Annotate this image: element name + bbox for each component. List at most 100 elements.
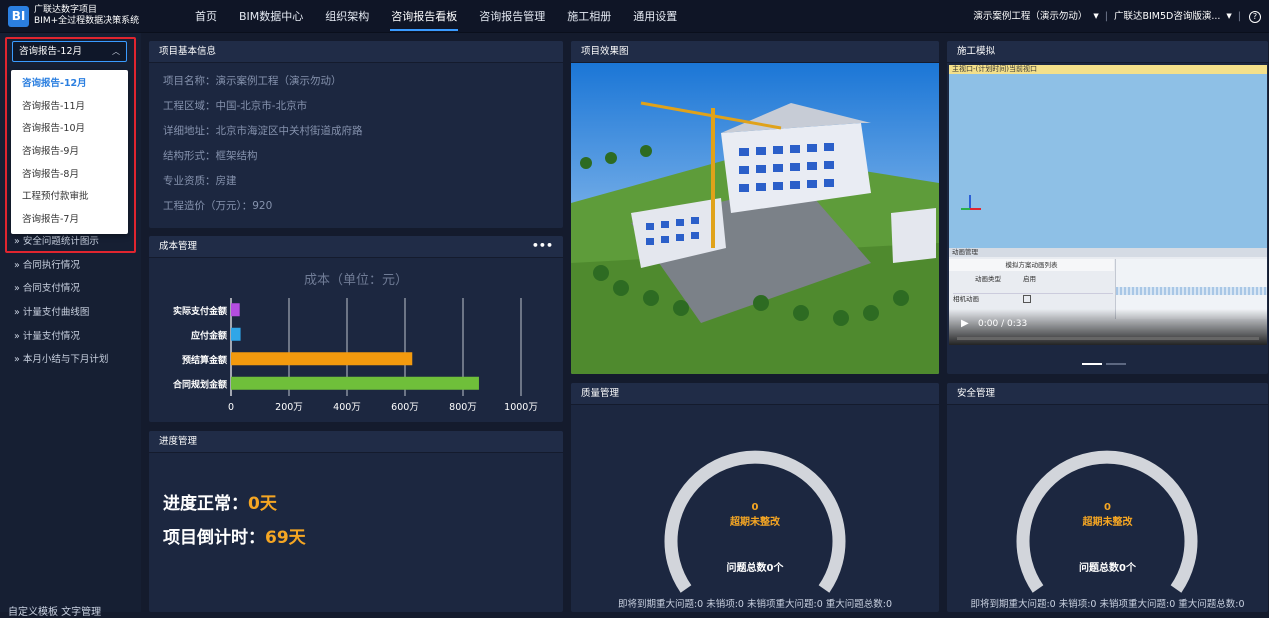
progress-label: 进度正常： <box>163 494 248 514</box>
cost-bar-chart: 0 200万 400万 600万 800万 1000万 实际支付金额应付金额预结算金额合同规… <box>173 298 538 413</box>
x-tick-label: 1000万 <box>504 402 538 413</box>
row-camera: 相机动画 <box>953 295 979 303</box>
chevron-down-icon[interactable]: ▼ <box>1093 0 1098 33</box>
nav-album[interactable]: 施工相册 <box>556 0 622 33</box>
nav-report-board[interactable]: 咨询报告看板 <box>380 0 468 33</box>
sidebar-item[interactable]: » 合同支付情况 <box>14 277 108 301</box>
info-value: 920 <box>252 200 273 212</box>
info-row: 结构形式：框架结构 <box>163 144 563 169</box>
panel-title: 进度管理 <box>149 431 563 453</box>
top-right: 演示案例工程（演示勿动） ▼ | 广联达BIM5D咨询版演... ▼ | ? <box>973 0 1261 33</box>
animation-list-title: 模拟方案动画列表 <box>949 259 1114 271</box>
progress-status: 进度正常：0天 <box>163 489 563 523</box>
app-logo[interactable]: BI <box>8 6 29 27</box>
render-panel: 项目效果图 <box>571 41 939 374</box>
sidebar-item[interactable]: » 合同执行情况 <box>14 254 108 278</box>
info-row: 项目名称：演示案例工程（演示勿动） <box>163 69 563 94</box>
overdue-count: 0 <box>751 502 759 513</box>
progress-value: 0天 <box>248 494 277 514</box>
sidebar-item[interactable]: » 计量支付情况 <box>14 325 108 349</box>
top-bar: BI 广联达数字项目 BIM+全过程数据决策系统 首页 BIM数据中心 组织架构… <box>0 0 1269 33</box>
play-icon[interactable]: ▶ <box>961 318 969 329</box>
x-tick-label: 400万 <box>333 402 361 413</box>
quality-gauge <box>664 450 846 593</box>
panel-title: 施工模拟 <box>947 41 1268 63</box>
sidebar-item[interactable]: » 计量支付曲线图 <box>14 301 108 325</box>
viewport-bar: 主视口-(计划时间)当前视口 <box>949 65 1267 74</box>
info-label: 工程造价（万元）： <box>163 200 253 212</box>
info-label: 工程区域： <box>163 100 216 112</box>
bar[interactable] <box>231 376 479 390</box>
info-row: 详细地址：北京市海淀区中关村街道成府路 <box>163 119 563 144</box>
building-render-image[interactable] <box>571 63 939 374</box>
info-label: 项目名称： <box>163 75 216 87</box>
x-tick-label: 600万 <box>391 402 419 413</box>
nav-report-manage[interactable]: 咨询报告管理 <box>468 0 556 33</box>
issue-summary: 即将到期重大问题:0 未销项:0 未销项重大问题:0 重大问题总数:0 <box>617 599 893 610</box>
issue-summary: 即将到期重大问题:0 未销项:0 未销项重大问题:0 重大问题总数:0 <box>970 599 1245 610</box>
sidebar-bottom-links[interactable]: 自定义模板 文字管理 <box>8 603 101 618</box>
sidebar: » 安全问题统计图示 » 合同执行情况 » 合同支付情况 » 计量支付曲线图 »… <box>0 33 141 618</box>
info-value: 房建 <box>215 175 237 187</box>
info-row: 工程区域：中国-北京市-北京市 <box>163 94 563 119</box>
carousel-dot-active[interactable] <box>1082 363 1102 365</box>
quality-panel: 质量管理 0 超期未整改 问题总数0个 即将到期重大问题:0 未销项:0 未销项… <box>571 383 939 612</box>
video-progress[interactable] <box>957 337 1259 340</box>
panel-title: 项目效果图 <box>571 41 939 63</box>
nav-bim-data[interactable]: BIM数据中心 <box>228 0 314 33</box>
category-label: 应付金额 <box>191 329 227 341</box>
axis-gizmo-icon <box>959 195 981 217</box>
overdue-count: 0 <box>1104 502 1111 513</box>
nav-home[interactable]: 首页 <box>184 0 228 33</box>
safety-panel: 安全管理 0 超期未整改 问题总数0个 即将到期重大问题:0 未销项:0 未销项… <box>947 383 1268 612</box>
panel-title: 项目基本信息 <box>149 41 563 63</box>
project-info-panel: 项目基本信息 项目名称：演示案例工程（演示勿动） 工程区域：中国-北京市-北京市… <box>149 41 563 228</box>
sidebar-item[interactable]: » 本月小结与下月计划 <box>14 348 108 372</box>
bar[interactable] <box>231 327 241 341</box>
company-switcher[interactable]: 广联达BIM5D咨询版演... <box>1114 0 1220 33</box>
issue-total: 问题总数0个 <box>1079 563 1136 574</box>
carousel-dot[interactable] <box>1106 363 1126 365</box>
cost-panel: 成本管理 ••• 成本（单位：元） 0 200万 400万 600万 800万 1000万… <box>149 236 563 422</box>
brand-subtitle: BIM+全过程数据决策系统 <box>34 16 140 26</box>
info-value: 框架结构 <box>215 150 258 162</box>
category-label: 实际支付金额 <box>173 305 227 317</box>
carousel-dots <box>1082 363 1126 365</box>
simulation-video[interactable]: 主视口-(计划时间)当前视口 动画管理 模拟方案动画列表 动画类型 启用 相机动画… <box>949 65 1267 345</box>
info-label: 结构形式： <box>163 150 216 162</box>
checkbox[interactable] <box>1023 295 1031 303</box>
info-label: 详细地址： <box>163 125 216 137</box>
video-controls: ▶ 0:00 / 0:33 <box>949 309 1267 345</box>
info-value: 北京市海淀区中关村街道成府路 <box>215 125 363 137</box>
divider: | <box>1104 11 1108 22</box>
category-label: 预结算金额 <box>182 354 227 366</box>
x-tick-label: 800万 <box>449 402 477 413</box>
info-row: 工程造价（万元）：920 <box>163 194 563 219</box>
chevron-down-icon[interactable]: ▼ <box>1226 0 1231 33</box>
divider: | <box>1237 11 1241 22</box>
countdown: 项目倒计时：69天 <box>163 523 563 557</box>
bar[interactable] <box>231 303 240 317</box>
x-tick-label: 0 <box>228 402 234 413</box>
col-type: 动画类型 <box>975 275 1001 283</box>
countdown-value: 69天 <box>265 528 306 548</box>
main-nav: 首页 BIM数据中心 组织架构 咨询报告看板 咨询报告管理 施工相册 通用设置 <box>184 0 688 33</box>
overdue-label: 超期未整改 <box>730 517 780 528</box>
video-time: 0:00 / 0:33 <box>978 319 1028 329</box>
brand-title: 广联达数字项目 <box>34 5 98 15</box>
issue-total: 问题总数0个 <box>726 563 784 574</box>
x-tick-label: 200万 <box>275 402 303 413</box>
nav-org[interactable]: 组织架构 <box>314 0 380 33</box>
progress-panel: 进度管理 进度正常：0天 项目倒计时：69天 <box>149 431 563 612</box>
countdown-label: 项目倒计时： <box>163 528 265 548</box>
brand: 广联达数字项目 BIM+全过程数据决策系统 <box>34 5 139 27</box>
info-row: 专业资质：房建 <box>163 169 563 194</box>
help-icon[interactable]: ? <box>1249 10 1261 23</box>
col-enabled: 启用 <box>1023 275 1036 283</box>
nav-settings[interactable]: 通用设置 <box>622 0 688 33</box>
project-switcher[interactable]: 演示案例工程（演示勿动） <box>973 0 1087 33</box>
bar[interactable] <box>231 352 413 366</box>
overdue-label: 超期未整改 <box>1082 517 1133 528</box>
info-label: 专业资质： <box>163 175 216 187</box>
animation-manager-title: 动画管理 <box>949 248 1267 257</box>
